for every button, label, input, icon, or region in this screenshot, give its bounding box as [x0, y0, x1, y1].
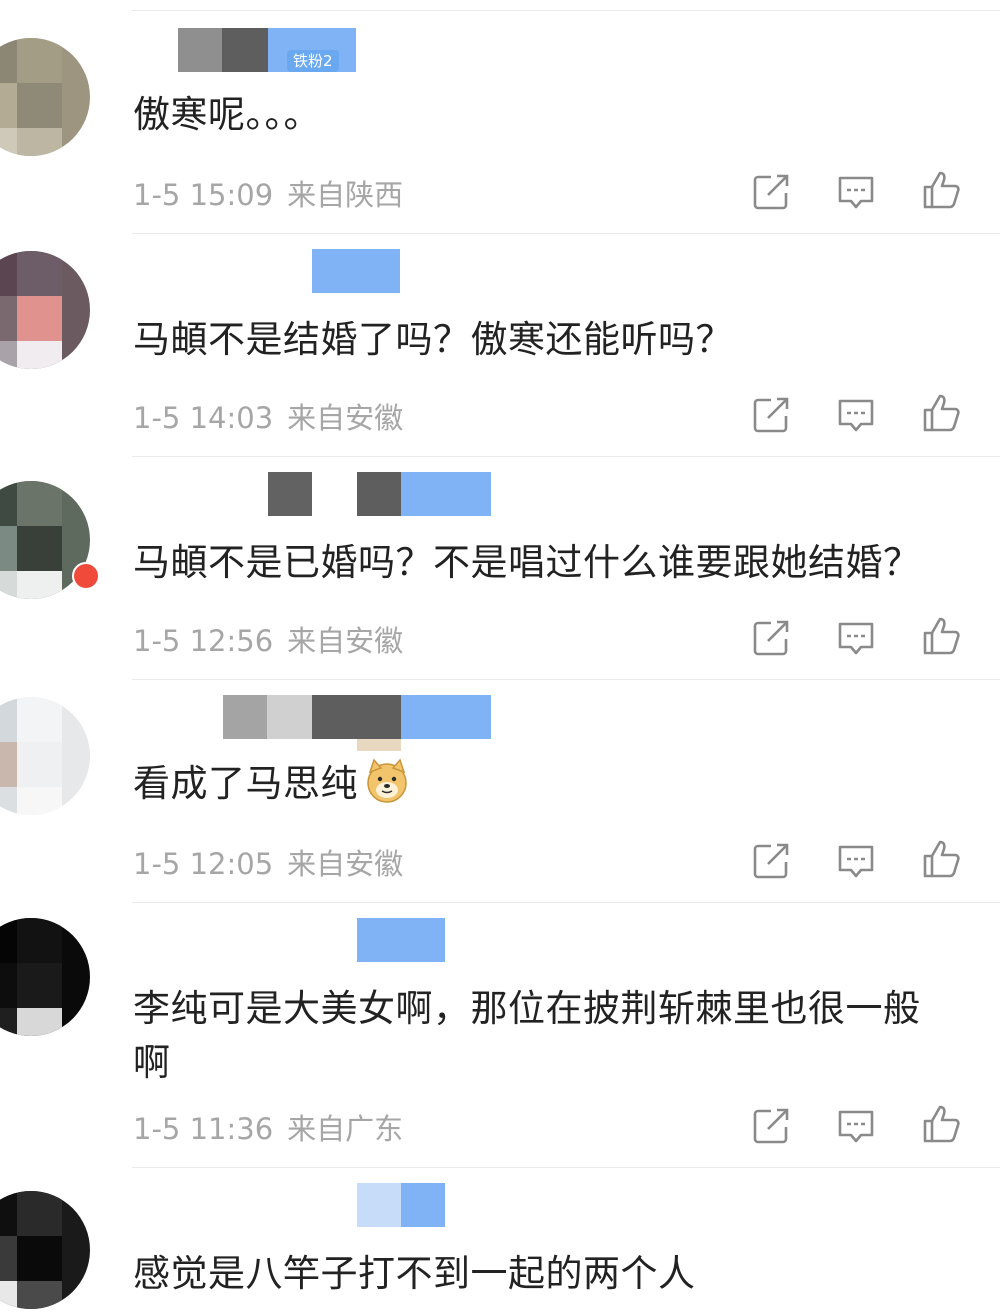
- comment-icon[interactable]: [836, 172, 876, 212]
- comment-icon[interactable]: [836, 395, 876, 435]
- avatar[interactable]: [0, 918, 90, 1036]
- comment-time: 1-5 12:56: [133, 624, 274, 658]
- comment-icon[interactable]: [836, 618, 876, 658]
- comment-location: 来自安徽: [287, 847, 404, 881]
- comment-icon[interactable]: [836, 1106, 876, 1146]
- thumbs-up-icon[interactable]: [921, 1104, 961, 1144]
- comment-meta: 1-5 11:36 来自广东: [133, 1106, 403, 1148]
- comment-text: 李纯可是大美女啊，那位在披荆斩棘里也很一般啊: [133, 987, 921, 1084]
- comment-icon[interactable]: [836, 841, 876, 881]
- username[interactable]: [133, 1183, 453, 1227]
- share-icon[interactable]: [751, 618, 791, 658]
- comment-time: 1-5 12:05: [133, 847, 274, 881]
- avatar[interactable]: [0, 1191, 90, 1309]
- divider: [132, 233, 1000, 234]
- divider: [132, 679, 1000, 680]
- username[interactable]: [133, 472, 493, 516]
- divider: [132, 10, 1000, 11]
- username[interactable]: 铁粉2: [133, 28, 373, 72]
- avatar[interactable]: [0, 251, 90, 369]
- username[interactable]: [133, 695, 493, 751]
- comment-time: 1-5 15:09: [133, 178, 274, 212]
- divider: [132, 456, 1000, 457]
- comment-text: 看成了马思纯: [133, 757, 973, 811]
- thumbs-up-icon[interactable]: [921, 393, 961, 433]
- share-icon[interactable]: [751, 1106, 791, 1146]
- thumbs-up-icon[interactable]: [921, 839, 961, 879]
- doge-emoji-icon: [364, 758, 410, 804]
- comment-text-content: 看成了马思纯: [133, 762, 358, 805]
- comment-text: 感觉是八竿子打不到一起的两个人: [133, 1252, 696, 1295]
- comment-meta: 1-5 15:09 来自陕西: [133, 172, 403, 214]
- comment-time: 1-5 14:03: [133, 401, 274, 435]
- divider: [132, 1167, 1000, 1168]
- share-icon[interactable]: [751, 395, 791, 435]
- fan-badge: 铁粉2: [287, 50, 339, 72]
- avatar[interactable]: [0, 38, 90, 156]
- comment-time: 1-5 11:36: [133, 1112, 274, 1146]
- comment-location: 来自安徽: [287, 401, 404, 435]
- thumbs-up-icon[interactable]: [921, 616, 961, 656]
- comment-meta: 1-5 14:03 来自安徽: [133, 395, 403, 437]
- comment-location: 来自陕西: [287, 178, 404, 212]
- thumbs-up-icon[interactable]: [921, 170, 961, 210]
- comment-location: 来自安徽: [287, 624, 404, 658]
- comment-text: 傲寒呢。。。: [133, 93, 321, 136]
- comment-text: 马頔不是结婚了吗？傲寒还能听吗？: [133, 318, 733, 361]
- comment-meta: 1-5 12:05 来自安徽: [133, 841, 403, 883]
- vip-badge-icon: [72, 562, 100, 590]
- divider: [132, 902, 1000, 903]
- comment-location: 来自广东: [287, 1112, 404, 1146]
- username[interactable]: [133, 249, 413, 293]
- comment-text: 马頔不是已婚吗？不是唱过什么谁要跟她结婚？: [133, 541, 921, 584]
- share-icon[interactable]: [751, 172, 791, 212]
- avatar[interactable]: [0, 697, 90, 815]
- share-icon[interactable]: [751, 841, 791, 881]
- username[interactable]: [133, 918, 453, 962]
- comment-meta: 1-5 12:56 来自安徽: [133, 618, 403, 660]
